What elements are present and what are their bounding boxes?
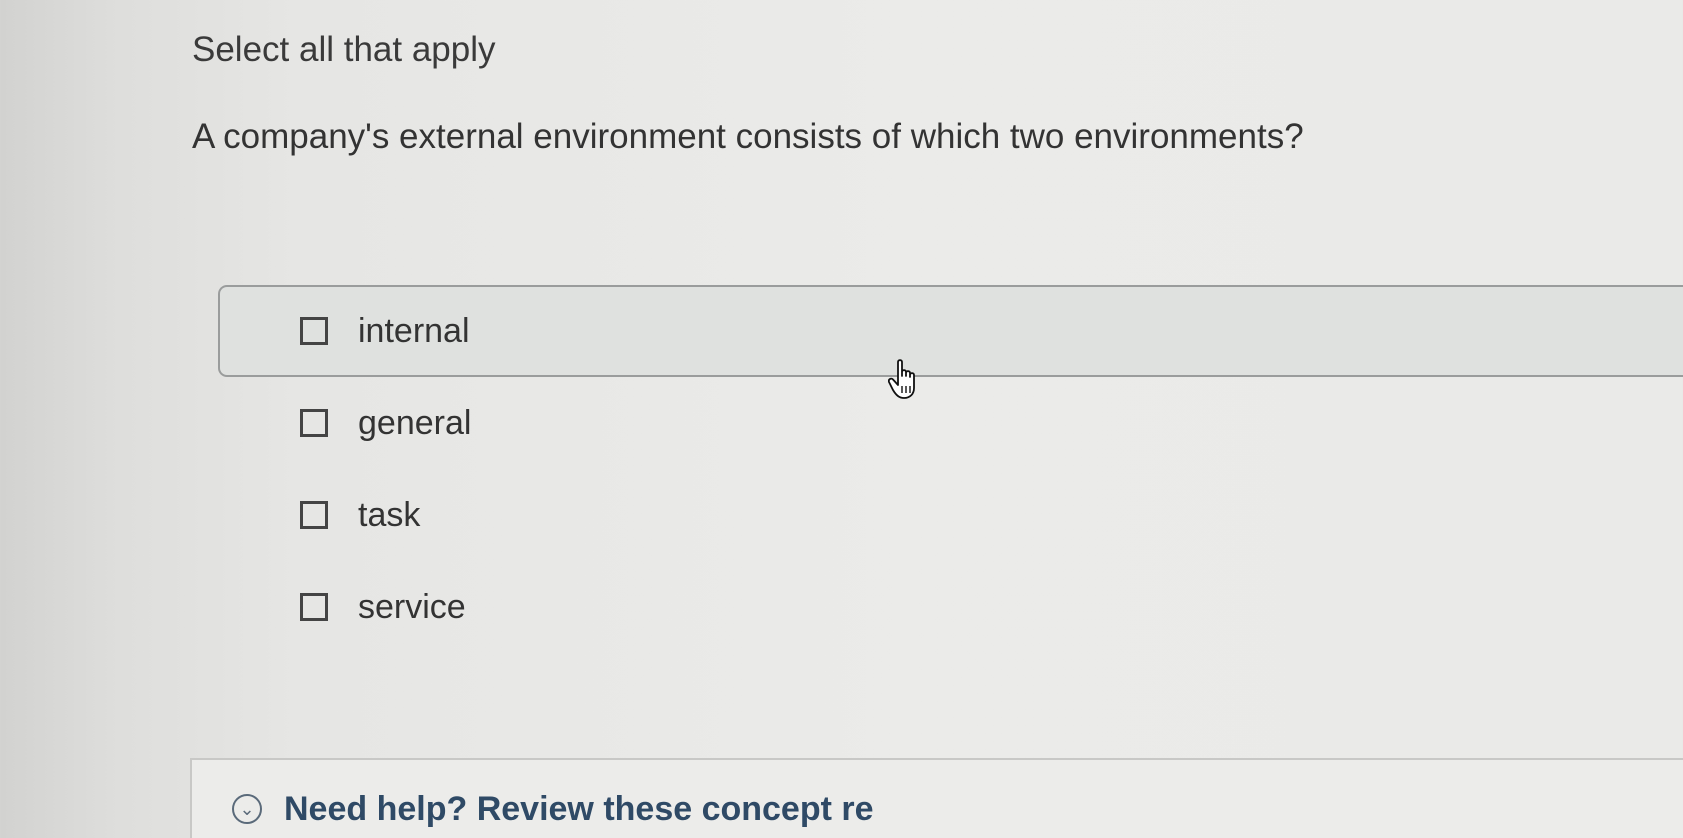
option-task[interactable]: task: [218, 469, 1683, 561]
checkbox-service[interactable]: [300, 593, 328, 621]
help-link-text[interactable]: Need help? Review these concept re: [284, 790, 874, 829]
option-label: service: [358, 587, 466, 626]
instruction-text: Select all that apply: [192, 30, 496, 69]
answer-options: internal general task service: [218, 285, 1683, 653]
option-label: general: [358, 403, 472, 442]
option-internal[interactable]: internal: [218, 285, 1683, 377]
checkbox-internal[interactable]: [300, 317, 328, 345]
checkbox-general[interactable]: [300, 409, 328, 437]
help-panel[interactable]: ⌄ Need help? Review these concept re: [190, 758, 1683, 838]
option-label: internal: [358, 311, 470, 350]
question-prompt: A company's external environment consist…: [192, 117, 1304, 156]
option-label: task: [358, 495, 421, 534]
hand-pointer-cursor-icon: [888, 359, 915, 399]
option-general[interactable]: general: [218, 377, 1683, 469]
checkbox-task[interactable]: [300, 501, 328, 529]
option-service[interactable]: service: [218, 561, 1683, 653]
chevron-down-circle-icon[interactable]: ⌄: [232, 794, 262, 824]
